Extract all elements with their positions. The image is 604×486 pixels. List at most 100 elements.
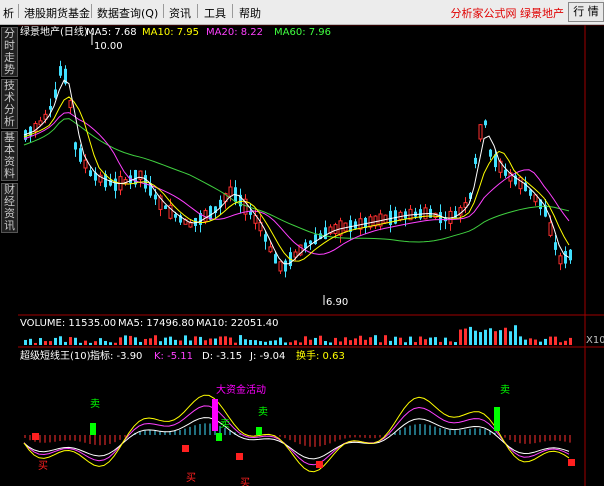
volume-bar (154, 335, 157, 345)
volume-bar (484, 329, 487, 345)
big-money-bar (212, 399, 218, 431)
volume-bar (429, 337, 432, 345)
volume-bar (459, 329, 462, 345)
chart-area[interactable]: 绿景地产(日线) MA5: 7.68 MA10: 7.95 MA20: 8.22… (18, 25, 604, 486)
volume-ma10-label: MA10: 22051.40 (196, 318, 278, 329)
low-price-label: 6.90 (326, 297, 348, 308)
candle-body (79, 148, 82, 162)
candle-body (278, 261, 283, 272)
volume-bar (134, 337, 137, 345)
volume-bar (279, 337, 282, 345)
candle-body (54, 89, 57, 98)
indicator-legend: 超级短线王(10) 指标: -3.90 K: -5.11 D: -3.15 J:… (20, 349, 345, 362)
volume-bar (449, 341, 452, 345)
menu-item-help[interactable]: 帮助 (239, 5, 261, 21)
big-money-label: 大资金活动 (216, 383, 266, 396)
candle-body (83, 159, 88, 169)
menu-separator (232, 4, 233, 18)
volume-bar (349, 340, 352, 345)
menu-item-tools[interactable]: 工具 (204, 5, 226, 21)
volume-bar (534, 339, 537, 345)
side-tab-fundamentals[interactable]: 基本资料 (1, 131, 18, 181)
volume-bar (439, 341, 442, 345)
volume-bar (99, 338, 102, 345)
volume-bar (389, 340, 392, 345)
menu-separator (18, 4, 19, 18)
quote-button[interactable]: 行 情 (568, 2, 604, 22)
volume-bar (199, 336, 202, 345)
volume-bar (434, 337, 437, 345)
candle-body (504, 169, 507, 176)
volume-bar (234, 342, 237, 345)
candle-body (59, 66, 62, 76)
side-tab-finance-news[interactable]: 财经资讯 (1, 183, 18, 233)
buy-label-2: 买 (186, 472, 196, 484)
indicator-title: 超级短线王(10) (20, 349, 91, 362)
menu-item-data-query[interactable]: 数据查询(Q) (97, 5, 158, 21)
volume-bar (29, 338, 32, 345)
side-tab-strip: 分时走势 技术分析 基本资料 财经资讯 (0, 25, 19, 486)
sell-bar-3 (256, 427, 262, 435)
volume-bar (539, 341, 542, 345)
volume-bar (164, 337, 167, 345)
volume-bar (204, 340, 207, 345)
volume-bar (84, 340, 87, 345)
volume-bar (419, 336, 422, 345)
buy-marker-2 (182, 445, 189, 452)
volume-bar (214, 338, 217, 345)
volume-bar (554, 336, 557, 345)
menu-separator (197, 4, 198, 18)
volume-bar (219, 336, 222, 345)
ma5-label: MA5: 7.68 (86, 27, 137, 38)
candle-body (209, 206, 212, 220)
side-tab-intraday[interactable]: 分时走势 (1, 27, 18, 77)
candle-body (569, 249, 572, 261)
volume-bar (559, 342, 562, 345)
volume-bar (249, 339, 252, 345)
volume-bar (274, 340, 277, 345)
volume-bar (44, 341, 47, 345)
volume-bar (414, 342, 417, 345)
volume-bar (364, 339, 367, 345)
candle-body (49, 106, 52, 110)
volume-ma5-label: MA5: 17496.80 (118, 318, 194, 329)
volume-bar (244, 339, 247, 345)
candle-body (478, 124, 483, 140)
volume-bar (474, 330, 477, 345)
chart-background (18, 25, 604, 486)
candle-body (554, 242, 557, 250)
candle-body (228, 186, 233, 197)
ma10-label: MA10: 7.95 (142, 27, 199, 38)
volume-bar (529, 338, 532, 345)
menu-item-hk-futures-funds[interactable]: 港股期货基金 (24, 5, 90, 21)
volume-bar (374, 335, 377, 345)
volume-bar (34, 342, 37, 345)
buy-label-3: 买 (240, 477, 250, 486)
volume-axis-label: X10 (586, 335, 604, 346)
volume-bar (79, 342, 82, 345)
volume-bar (284, 342, 287, 345)
volume-bar (404, 342, 407, 345)
menu-item-analysis[interactable]: 析 (3, 5, 14, 21)
volume-bar (309, 339, 312, 345)
candle-body (68, 100, 73, 109)
volume-bar (564, 340, 567, 345)
buy-marker-5 (568, 459, 575, 466)
volume-bar (239, 335, 242, 345)
volume-bar (304, 336, 307, 345)
volume-bar (314, 337, 317, 345)
menu-item-news[interactable]: 资讯 (169, 5, 191, 21)
volume-bar (519, 336, 522, 345)
ma60-label: MA60: 7.96 (274, 27, 331, 38)
volume-bar (469, 326, 472, 345)
candle-body (174, 214, 177, 218)
sell-label-4: 卖 (500, 384, 510, 396)
buy-marker-3 (236, 453, 243, 460)
volume-bar (499, 330, 502, 345)
volume-bar (489, 328, 492, 345)
volume-bar (494, 331, 497, 345)
volume-bar (339, 341, 342, 345)
side-tab-technical[interactable]: 技术分析 (1, 79, 18, 129)
low-marker: 6.90 (323, 295, 348, 308)
volume-bar (64, 341, 67, 345)
